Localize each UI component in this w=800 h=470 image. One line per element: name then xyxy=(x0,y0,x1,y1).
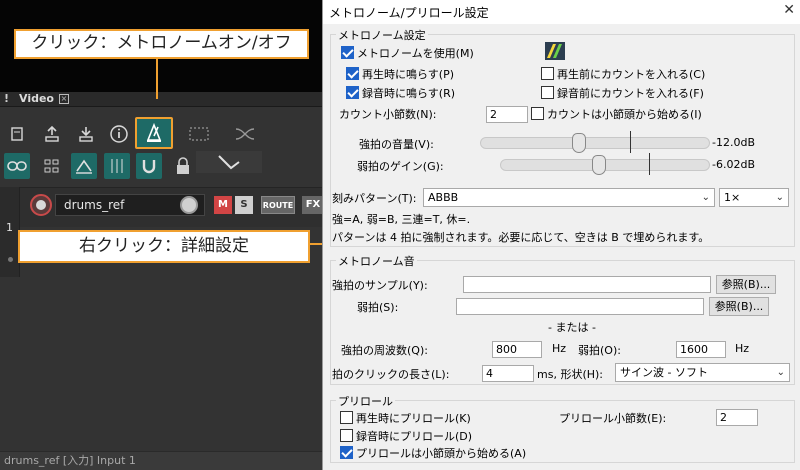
tab-name: Video xyxy=(19,92,54,105)
grid-icon[interactable] xyxy=(39,153,65,179)
weak-gain-label: 弱拍のゲイン(G): xyxy=(357,160,444,173)
play-during-playback-checkbox[interactable] xyxy=(346,67,359,80)
annotation-right-click: 右クリック：詳細設定 xyxy=(18,230,310,263)
magnet-icon[interactable] xyxy=(136,153,162,179)
pattern-combo[interactable]: ABBB ⌄ xyxy=(423,188,715,207)
weak-freq-unit: Hz xyxy=(735,342,750,355)
use-metronome-label: メトロノームを使用(M) xyxy=(357,47,474,60)
info-icon[interactable] xyxy=(106,121,132,147)
preroll-playback-label: 再生時にプリロール(K) xyxy=(356,412,471,425)
download-icon[interactable] xyxy=(73,121,99,147)
record-arm-button[interactable] xyxy=(30,194,52,216)
link-icon[interactable] xyxy=(4,153,30,179)
preroll-playback-checkbox[interactable] xyxy=(340,411,353,424)
tab-close-icon[interactable]: × xyxy=(59,94,69,104)
preroll-recording-label: 録音時にプリロール(D) xyxy=(356,430,473,443)
ripple-icon[interactable] xyxy=(71,153,97,179)
chevron-down-icon: ⌄ xyxy=(776,367,785,378)
metronome-icon xyxy=(143,122,165,144)
weak-gain-value: -6.02dB xyxy=(712,158,755,171)
accent-freq-label: 強拍の周波数(Q): xyxy=(341,344,428,357)
count-from-measure-start-label: カウントは小節頭から始める(I) xyxy=(547,108,702,121)
play-during-recording-label: 録音時に鳴らす(R) xyxy=(362,87,456,100)
preroll-measures-label: プリロール小節数(E): xyxy=(559,412,667,425)
accent-volume-default-tick xyxy=(630,131,631,153)
count-in-recording-label: 録音前にカウントを入れる(F) xyxy=(557,87,704,100)
tab-marker: ! xyxy=(4,92,10,105)
weak-gain-default-tick xyxy=(649,153,650,175)
preroll-from-measure-start-checkbox[interactable] xyxy=(340,446,353,459)
selection-box-icon[interactable] xyxy=(186,121,212,147)
fx-button[interactable]: FX xyxy=(302,196,322,214)
track-number: 1 xyxy=(6,221,13,234)
weak-sample-label: 弱拍(S): xyxy=(357,301,399,314)
preroll-from-measure-start-label: プリロールは小節頭から始める(A) xyxy=(356,447,527,460)
shape-value: サイン波 - ソフト xyxy=(620,366,708,379)
volume-knob[interactable] xyxy=(180,196,198,214)
route-button[interactable]: ROUTE xyxy=(261,196,295,214)
accent-sample-label: 強拍のサンプル(Y): xyxy=(332,279,428,292)
metronome-sound-legend: メトロノーム音 xyxy=(336,253,417,269)
count-in-playback-checkbox[interactable] xyxy=(541,67,554,80)
click-length-label: 拍のクリックの長さ(L): xyxy=(332,368,450,381)
track-led xyxy=(8,257,13,262)
weak-freq-label: 弱拍(O): xyxy=(578,344,621,357)
accent-volume-value: -12.0dB xyxy=(712,136,755,149)
annotation-click: クリック：メトロノームオン/オフ xyxy=(14,29,309,59)
accent-volume-label: 強拍の音量(V): xyxy=(359,138,434,151)
accent-volume-slider[interactable] xyxy=(480,137,710,149)
preroll-measures-input[interactable]: 2 xyxy=(716,409,758,426)
file-icon[interactable] xyxy=(4,121,30,147)
click-length-input[interactable]: 4 xyxy=(482,365,534,382)
pattern-legend-text: 強=A, 弱=B, 三連=T, 休=. xyxy=(332,213,471,226)
ms-shape-label: ms, 形状(H): xyxy=(537,368,603,381)
dialog-titlebar: メトロノーム/プリロール設定 ✕ xyxy=(323,0,800,24)
accent-volume-thumb[interactable] xyxy=(571,133,586,153)
preroll-legend: プリロール xyxy=(336,393,395,409)
chevron-down-icon: ⌄ xyxy=(701,192,710,203)
count-measures-label: カウント小節数(N): xyxy=(339,108,437,121)
accent-freq-unit: Hz xyxy=(552,342,567,355)
shape-combo[interactable]: サイン波 - ソフト ⌄ xyxy=(615,363,790,382)
track-number-strip: 1 xyxy=(0,187,20,277)
accent-sample-input[interactable] xyxy=(463,276,711,293)
lock-icon[interactable] xyxy=(170,153,196,179)
metronome-settings-legend: メトロノーム設定 xyxy=(336,27,428,43)
weak-freq-input[interactable]: 1600 xyxy=(676,341,726,358)
pattern-rate-value: 1× xyxy=(724,191,741,204)
accent-freq-input[interactable]: 800 xyxy=(492,341,542,358)
or-separator: - または - xyxy=(548,321,596,334)
screenshot-root: ! Video × 1 drums_ref M S ROUTE FX drums… xyxy=(0,0,800,470)
chevron-down-icon: ⌄ xyxy=(775,192,784,203)
metronome-button[interactable] xyxy=(135,117,173,149)
solo-button[interactable]: S xyxy=(235,196,253,214)
count-measures-input[interactable]: 2 xyxy=(486,106,528,123)
snap-grid-icon[interactable] xyxy=(104,153,130,179)
dialog-title: メトロノーム/プリロール設定 xyxy=(329,6,489,20)
count-in-playback-label: 再生前にカウントを入れる(C) xyxy=(557,68,706,81)
use-metronome-checkbox[interactable] xyxy=(341,46,354,59)
play-during-playback-label: 再生時に鳴らす(P) xyxy=(362,68,454,81)
count-in-recording-checkbox[interactable] xyxy=(541,86,554,99)
metronome-color-icon[interactable] xyxy=(545,42,565,60)
weak-gain-thumb[interactable] xyxy=(591,155,606,175)
play-during-recording-checkbox[interactable] xyxy=(346,86,359,99)
accent-browse-button[interactable]: 参照(B)... xyxy=(716,275,776,294)
pattern-note: パターンは 4 拍に強制されます。必要に応じて、空きは B で埋められます。 xyxy=(332,231,710,244)
count-from-measure-start-checkbox[interactable] xyxy=(531,107,544,120)
weak-browse-button[interactable]: 参照(B)... xyxy=(709,297,769,316)
crossfade-icon[interactable] xyxy=(232,121,258,147)
close-icon[interactable]: ✕ xyxy=(783,2,795,18)
envelope-icon[interactable] xyxy=(196,151,262,173)
mute-button[interactable]: M xyxy=(214,196,232,214)
pattern-label: 刻みパターン(T): xyxy=(332,192,417,205)
preroll-recording-checkbox[interactable] xyxy=(340,429,353,442)
pattern-value: ABBB xyxy=(428,191,459,204)
upload-icon[interactable] xyxy=(39,121,65,147)
weak-sample-input[interactable] xyxy=(456,298,704,315)
status-bar: drums_ref [入力] Input 1 xyxy=(0,451,322,470)
annotation-line-vertical xyxy=(156,59,158,99)
pattern-rate-combo[interactable]: 1× ⌄ xyxy=(719,188,789,207)
video-tab[interactable]: ! Video × xyxy=(0,92,322,107)
